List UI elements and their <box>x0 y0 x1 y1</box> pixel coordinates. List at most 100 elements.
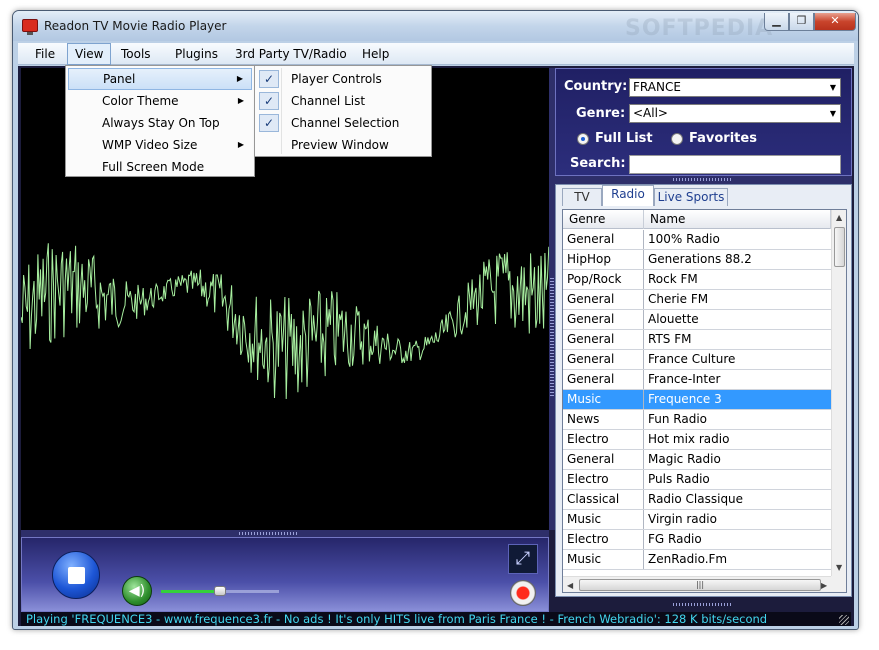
column-name[interactable]: Name <box>644 210 831 229</box>
menu-file[interactable]: File <box>28 43 62 65</box>
name-cell: Rock FM <box>648 272 698 286</box>
channel-table: Genre Name General 100% Radio HipHop Genera… <box>562 209 847 593</box>
resize-grip[interactable] <box>839 615 849 625</box>
horizontal-scrollbar[interactable]: ◀ ||| ▶ <box>563 576 831 592</box>
search-input[interactable] <box>629 155 841 174</box>
fullscreen-icon[interactable]: ⤢ <box>508 544 538 574</box>
volume-slider[interactable] <box>161 586 279 596</box>
menu-item-player-controls[interactable]: ✓ Player Controls <box>257 68 429 90</box>
column-genre[interactable]: Genre <box>563 210 644 229</box>
tv-icon <box>22 19 38 35</box>
horizontal-scroll-thumb[interactable]: ||| <box>579 579 821 591</box>
record-icon[interactable] <box>510 580 536 606</box>
vertical-scroll-thumb[interactable] <box>834 227 845 267</box>
genre-cell: General <box>563 330 644 349</box>
tab-radio[interactable]: Radio <box>602 185 654 206</box>
name-cell: Generations 88.2 <box>648 252 752 266</box>
table-row[interactable]: General France Culture <box>563 350 831 370</box>
menu-item-channel-list[interactable]: ✓ Channel List <box>257 90 429 112</box>
menu-3rd-party[interactable]: 3rd Party TV/Radio <box>228 43 354 65</box>
genre-cell: Music <box>563 390 644 409</box>
menu-help[interactable]: Help <box>355 43 396 65</box>
menu-plugins[interactable]: Plugins <box>168 43 225 65</box>
volume-fill <box>161 590 220 593</box>
table-row[interactable]: Classical Radio Classique <box>563 490 831 510</box>
menu-item-label: Full Screen Mode <box>102 160 205 174</box>
speaker-icon[interactable]: ◀) <box>122 576 152 606</box>
table-row[interactable]: Pop/Rock Rock FM <box>563 270 831 290</box>
scroll-up-icon[interactable]: ▲ <box>836 213 842 222</box>
table-row[interactable]: Electro Hot mix radio <box>563 430 831 450</box>
menu-item-preview-window[interactable]: Preview Window <box>257 134 429 156</box>
name-cell: France Culture <box>648 352 736 366</box>
table-row[interactable]: Music ZenRadio.Fm <box>563 550 831 570</box>
favorites-radio[interactable] <box>671 133 683 145</box>
table-row[interactable]: Music Virgin radio <box>563 510 831 530</box>
table-row[interactable]: News Fun Radio <box>563 410 831 430</box>
genre-cell: General <box>563 370 644 389</box>
country-value: FRANCE <box>633 80 681 94</box>
genre-cell: Electro <box>563 430 644 449</box>
favorites-label: Favorites <box>689 131 757 146</box>
menu-view[interactable]: View <box>67 43 112 65</box>
menu-item-label: Color Theme <box>102 94 179 108</box>
volume-thumb[interactable] <box>214 586 226 596</box>
name-cell: Virgin radio <box>648 512 717 526</box>
close-button[interactable]: ✕ <box>814 13 856 31</box>
table-row[interactable]: Music Frequence 3 <box>563 390 831 410</box>
stop-button[interactable] <box>52 551 100 599</box>
scroll-right-icon[interactable]: ▶ <box>821 581 827 590</box>
menu-item-channel-selection[interactable]: ✓ Channel Selection <box>257 112 429 134</box>
table-row[interactable]: Electro Puls Radio <box>563 470 831 490</box>
tab-tv[interactable]: TV <box>562 188 602 206</box>
country-select[interactable]: FRANCE ▼ <box>629 78 841 97</box>
panel-splitter[interactable] <box>555 176 852 184</box>
genre-select[interactable]: <All> ▼ <box>629 104 841 123</box>
title-bar[interactable]: Readon TV Movie Radio Player SOFTPEDIA ▁… <box>13 11 858 41</box>
scroll-left-icon[interactable]: ◀ <box>567 581 573 590</box>
chevron-down-icon: ▼ <box>829 109 836 118</box>
genre-cell: Classical <box>563 490 644 509</box>
chevron-down-icon: ▼ <box>829 83 836 92</box>
menu-item-label: WMP Video Size <box>102 138 198 152</box>
genre-cell: General <box>563 350 644 369</box>
menu-item-label: Player Controls <box>291 72 382 86</box>
genre-label: Genre: <box>576 106 626 121</box>
menu-tools[interactable]: Tools <box>114 43 158 65</box>
maximize-button[interactable]: ❐ <box>789 13 814 31</box>
table-row[interactable]: General Magic Radio <box>563 450 831 470</box>
table-row[interactable]: General RTS FM <box>563 330 831 350</box>
name-cell: Cherie FM <box>648 292 709 306</box>
channel-selection: Country: FRANCE ▼ Genre: <All> ▼ Full Li… <box>555 68 852 176</box>
menu-item-wmp-video-size[interactable]: WMP Video Size ▶ <box>68 134 252 156</box>
channel-panel: Country: FRANCE ▼ Genre: <All> ▼ Full Li… <box>555 68 852 612</box>
scroll-corner <box>831 576 846 592</box>
view-menu-dropdown: Panel ▶ Color Theme ▶ Always Stay On Top… <box>65 65 255 177</box>
table-row[interactable]: General Alouette <box>563 310 831 330</box>
table-row[interactable]: General 100% Radio <box>563 230 831 250</box>
menu-item-panel[interactable]: Panel ▶ <box>68 68 252 90</box>
table-row[interactable]: HipHop Generations 88.2 <box>563 250 831 270</box>
full-list-radio[interactable] <box>577 133 589 145</box>
vertical-scrollbar[interactable]: ▲ ▼ <box>831 210 846 576</box>
table-row[interactable]: General Cherie FM <box>563 290 831 310</box>
bottom-splitter[interactable] <box>555 597 852 612</box>
genre-value: <All> <box>633 106 668 120</box>
player-controls: ◀) ⤢ <box>21 537 549 612</box>
minimize-button[interactable]: ▁ <box>764 13 789 31</box>
menu-item-always-on-top[interactable]: Always Stay On Top <box>68 112 252 134</box>
table-row[interactable]: Electro FG Radio <box>563 530 831 550</box>
horizontal-splitter[interactable] <box>21 530 549 537</box>
name-cell: France-Inter <box>648 372 721 386</box>
tab-live-sports[interactable]: Live Sports <box>654 188 728 206</box>
name-cell: Fun Radio <box>648 412 707 426</box>
menu-item-color-theme[interactable]: Color Theme ▶ <box>68 90 252 112</box>
menu-item-full-screen[interactable]: Full Screen Mode <box>68 156 252 176</box>
search-label: Search: <box>570 156 626 171</box>
menu-bar: File View Tools Plugins 3rd Party TV/Rad… <box>18 43 854 65</box>
table-row[interactable]: General France-Inter <box>563 370 831 390</box>
genre-cell: Music <box>563 510 644 529</box>
scroll-down-icon[interactable]: ▼ <box>836 563 842 572</box>
check-icon: ✓ <box>259 114 279 132</box>
name-cell: ZenRadio.Fm <box>648 552 728 566</box>
